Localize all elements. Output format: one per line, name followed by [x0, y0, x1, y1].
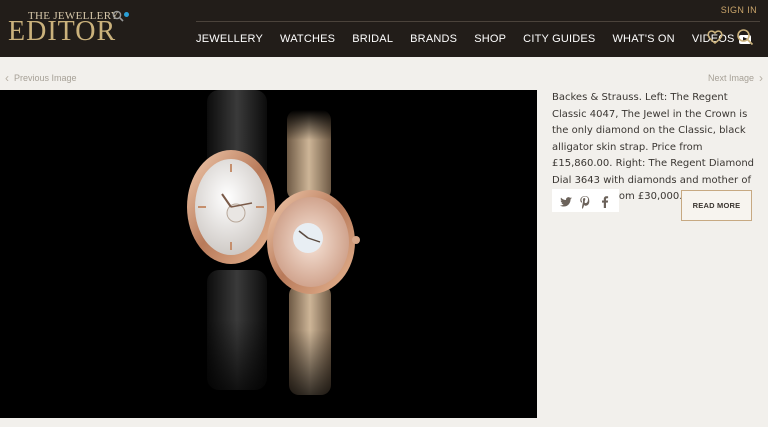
logo-big-text: EDITOR [8, 16, 117, 47]
header-actions [706, 28, 754, 46]
nav-watches[interactable]: WATCHES [280, 32, 335, 46]
sign-in-link[interactable]: SIGN IN [721, 5, 757, 15]
pinterest-icon[interactable] [578, 194, 592, 209]
logo-blue-dot-icon [124, 12, 129, 17]
nav-brands[interactable]: BRANDS [410, 32, 457, 46]
search-icon[interactable] [736, 28, 754, 46]
previous-image-link[interactable]: ‹ Previous Image [0, 71, 77, 85]
nav-jewellery[interactable]: JEWELLERY [196, 32, 263, 46]
chevron-right-icon: › [759, 71, 763, 85]
nav-shop[interactable]: SHOP [474, 32, 506, 46]
watches-illustration [0, 90, 537, 418]
main-nav: JEWELLERY WATCHES BRIDAL BRANDS SHOP CIT… [196, 32, 768, 46]
product-photo [0, 90, 537, 418]
nav-whats-on[interactable]: WHAT'S ON [612, 32, 674, 46]
read-more-button[interactable]: READ MORE [681, 190, 752, 221]
header-divider [196, 21, 760, 22]
share-buttons [552, 189, 619, 212]
facebook-icon[interactable] [598, 194, 612, 208]
nav-bridal[interactable]: BRIDAL [352, 32, 393, 46]
site-header: THE JEWELLERY EDITOR SIGN IN JEWELLERY W… [0, 0, 768, 57]
next-image-link[interactable]: Next Image › [708, 71, 768, 85]
twitter-icon[interactable] [559, 194, 573, 208]
heart-icon[interactable] [706, 28, 724, 46]
site-logo[interactable]: THE JEWELLERY EDITOR [8, 8, 129, 47]
chevron-left-icon: ‹ [5, 71, 9, 85]
logo-magnifier-icon [112, 10, 124, 22]
nav-city-guides[interactable]: CITY GUIDES [523, 32, 595, 46]
